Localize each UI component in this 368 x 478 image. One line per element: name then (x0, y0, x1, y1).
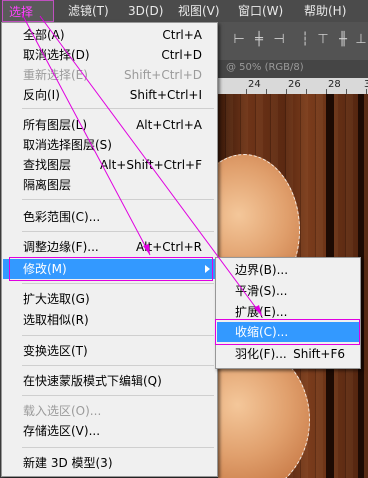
document-tab[interactable]: @ 50% (RGB/8) (226, 62, 304, 73)
menu-view[interactable]: 视图(V) (172, 0, 226, 22)
menu-item-shortcut: Alt+Ctrl+A (136, 118, 202, 132)
align-left-icon[interactable]: ⊢ (232, 33, 246, 47)
menu-item-color-range[interactable]: 色彩范围(C)... (3, 207, 216, 227)
menu-item-label: 收缩(C)... (235, 325, 289, 339)
menu-separator (22, 231, 214, 232)
document-tab-bar: @ 50% (RGB/8) (218, 60, 368, 78)
menu-item-shortcut: Alt+Ctrl+R (135, 240, 202, 254)
menu-item-refine-edge[interactable]: 调整边缘(F)... Alt+Ctrl+R (3, 237, 216, 257)
menu-item-shortcut: Shift+F6 (293, 347, 345, 361)
menu-3d[interactable]: 3D(D) (122, 0, 169, 22)
menu-item-label: 取消选择(D) (23, 48, 90, 62)
menu-separator (22, 283, 214, 284)
menu-item-label: 取消选择图层(S) (23, 138, 112, 152)
menu-item-label: 变换选区(T) (23, 344, 88, 358)
menu-help[interactable]: 帮助(H) (298, 0, 352, 22)
menu-window[interactable]: 窗口(W) (232, 0, 289, 22)
menu-separator (22, 365, 214, 366)
ruler-label: 28 (328, 79, 341, 90)
menu-item-label: 平滑(S)... (235, 284, 288, 298)
menu-item-find-layers[interactable]: 查找图层 Alt+Shift+Ctrl+F (3, 155, 216, 175)
menu-item-reselect: 重新选择(E) Shift+Ctrl+D (3, 65, 216, 85)
modify-submenu: 边界(B)... 平滑(S)... 扩展(E)... 收缩(C)... 羽化(F… (215, 257, 361, 369)
menu-item-shortcut: Alt+Shift+Ctrl+F (100, 158, 202, 172)
menubar: 选择(S) 滤镜(T) 3D(D) 视图(V) 窗口(W) 帮助(H) (0, 0, 368, 41)
submenu-item-expand[interactable]: 扩展(E)... (217, 302, 359, 322)
menu-separator (22, 108, 214, 109)
menu-item-modify[interactable]: 修改(M) (3, 259, 216, 279)
horizontal-ruler: 24 26 28 30 (218, 78, 368, 95)
ruler-label: 26 (288, 79, 301, 90)
menu-item-quick-mask[interactable]: 在快速蒙版模式下编辑(Q) (3, 371, 216, 391)
menu-item-grow[interactable]: 扩大选取(G) (3, 289, 216, 309)
menu-separator (22, 199, 214, 200)
menu-item-shortcut: Shift+Ctrl+D (124, 68, 202, 82)
menu-item-label: 选取相似(R) (23, 313, 89, 327)
menu-item-isolate-layers[interactable]: 隔离图层 (3, 175, 216, 195)
menu-item-shortcut: Ctrl+A (162, 28, 202, 42)
menu-item-shortcut: Ctrl+D (161, 48, 202, 62)
select-menu: 全部(A) Ctrl+A 取消选择(D) Ctrl+D 重新选择(E) Shif… (1, 22, 218, 477)
menu-separator (22, 447, 214, 448)
menu-item-label: 修改(M) (23, 262, 67, 276)
menu-item-label: 重新选择(E) (23, 68, 88, 82)
menu-item-load-selection: 载入选区(O)... (3, 401, 216, 421)
menu-item-label: 所有图层(L) (23, 118, 88, 132)
menu-item-similar[interactable]: 选取相似(R) (3, 310, 216, 330)
menu-item-deselect[interactable]: 取消选择(D) Ctrl+D (3, 45, 216, 65)
menu-item-label: 羽化(F)... (235, 347, 287, 361)
menu-item-all-layers[interactable]: 所有图层(L) Alt+Ctrl+A (3, 115, 216, 135)
align-right-icon[interactable]: ⊣ (272, 33, 286, 47)
align-bottom-icon[interactable]: ⊥ (354, 33, 368, 47)
menu-item-deselect-layers[interactable]: 取消选择图层(S) (3, 135, 216, 155)
menu-select[interactable]: 选择(S) (2, 0, 54, 41)
menu-item-label: 色彩范围(C)... (23, 210, 101, 224)
submenu-item-contract[interactable]: 收缩(C)... (217, 322, 359, 342)
menu-item-label: 边界(B)... (235, 263, 289, 277)
submenu-item-border[interactable]: 边界(B)... (217, 260, 359, 280)
menu-item-label: 查找图层 (23, 158, 72, 172)
menu-item-label: 全部(A) (23, 28, 65, 42)
submenu-arrow-icon (205, 265, 210, 273)
menu-filter[interactable]: 滤镜(T) (62, 0, 115, 22)
menu-item-inverse[interactable]: 反向(I) Shift+Ctrl+I (3, 85, 216, 105)
menu-item-label: 调整边缘(F)... (23, 240, 99, 254)
menu-item-label: 新建 3D 模型(3) (23, 456, 113, 470)
menu-item-transform-selection[interactable]: 变换选区(T) (3, 341, 216, 361)
menu-item-all[interactable]: 全部(A) Ctrl+A (3, 25, 216, 45)
menu-item-label: 存储选区(V)... (23, 424, 101, 438)
menu-separator (22, 395, 214, 396)
align-center-icon[interactable]: ╪ (252, 33, 266, 47)
options-bar: ⊢ ╪ ⊣ ┆ ⊤ ╫ ⊥ (218, 22, 368, 61)
menu-item-label: 扩大选取(G) (23, 292, 90, 306)
menu-item-new-3d-model[interactable]: 新建 3D 模型(3) (3, 453, 216, 473)
distribute-icon[interactable]: ┆ (298, 33, 312, 47)
submenu-item-feather[interactable]: 羽化(F)... Shift+F6 (217, 344, 359, 364)
menu-item-label: 在快速蒙版模式下编辑(Q) (23, 374, 162, 388)
menu-item-shortcut: Shift+Ctrl+I (129, 88, 202, 102)
menu-item-label: 扩展(E)... (235, 305, 288, 319)
menu-item-label: 隔离图层 (23, 178, 72, 192)
align-middle-icon[interactable]: ╫ (336, 33, 350, 47)
ruler-label: 24 (248, 79, 261, 90)
menu-item-label: 反向(I) (23, 88, 60, 102)
align-top-icon[interactable]: ⊤ (316, 33, 330, 47)
menu-item-save-selection[interactable]: 存储选区(V)... (3, 421, 216, 441)
menu-item-label: 载入选区(O)... (23, 404, 102, 418)
submenu-item-smooth[interactable]: 平滑(S)... (217, 281, 359, 301)
menu-separator (22, 335, 214, 336)
